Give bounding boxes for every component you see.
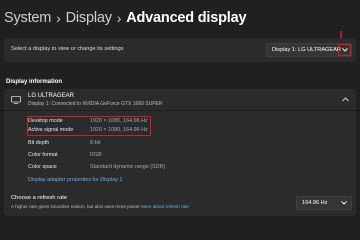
- chevron-down-icon[interactable]: [341, 48, 348, 52]
- breadcrumb-system[interactable]: System: [4, 10, 51, 26]
- refresh-rate-description: A higher rate gives smoother motion, but…: [11, 204, 189, 209]
- info-value: RGB: [90, 152, 102, 158]
- info-value: Standard dynamic range (SDR): [90, 164, 166, 170]
- display-information-header[interactable]: LG ULTRAGEAR Display 1: Connected to NVI…: [4, 89, 356, 111]
- monitor-connection: Display 1: Connected to NVIDIA GeForce G…: [28, 101, 163, 107]
- chevron-down-icon: [341, 201, 347, 205]
- info-row-bit-depth: Bit depth 8-bit: [28, 140, 228, 148]
- select-display-card: Select a display to view or change its s…: [4, 38, 356, 62]
- breadcrumb-display[interactable]: Display: [66, 10, 112, 26]
- info-row-color-space: Color space Standard dynamic range (SDR): [28, 164, 228, 172]
- breadcrumb: System › Display › Advanced display: [4, 10, 247, 26]
- info-label: Bit depth: [28, 140, 50, 146]
- display-adapter-properties-link[interactable]: Display adapter properties for Display 1: [28, 177, 122, 183]
- refresh-rate-link[interactable]: More about refresh rate: [141, 204, 189, 209]
- dropdown-highlight[interactable]: [338, 44, 351, 56]
- monitor-icon: [11, 96, 21, 104]
- breadcrumb-separator: ›: [116, 10, 122, 26]
- page-title: Advanced display: [126, 10, 247, 26]
- display-select-dropdown[interactable]: Display 1: LG ULTRAGEAR: [266, 43, 352, 57]
- section-title-display-information: Display information: [6, 79, 63, 85]
- info-label: Color format: [28, 152, 58, 158]
- refresh-rate-card: Choose a refresh rate A higher rate give…: [4, 191, 356, 215]
- breadcrumb-separator: ›: [56, 10, 61, 26]
- display-select-value: Display 1: LG ULTRAGEAR: [272, 47, 341, 53]
- refresh-rate-dropdown[interactable]: 164.96 Hz: [296, 196, 352, 210]
- info-label: Color space: [28, 164, 57, 170]
- annotation-highlight-box: [27, 116, 151, 136]
- refresh-rate-title: Choose a refresh rate: [11, 195, 68, 201]
- info-value: 8-bit: [90, 140, 101, 146]
- chevron-up-icon[interactable]: [342, 97, 349, 102]
- select-display-label: Select a display to view or change its s…: [11, 46, 124, 52]
- refresh-rate-value: 164.96 Hz: [302, 200, 328, 206]
- monitor-name: LG ULTRAGEAR: [28, 93, 74, 99]
- info-row-color-format: Color format RGB: [28, 152, 228, 160]
- refresh-rate-description-text: A higher rate gives smoother motion, but…: [11, 204, 140, 209]
